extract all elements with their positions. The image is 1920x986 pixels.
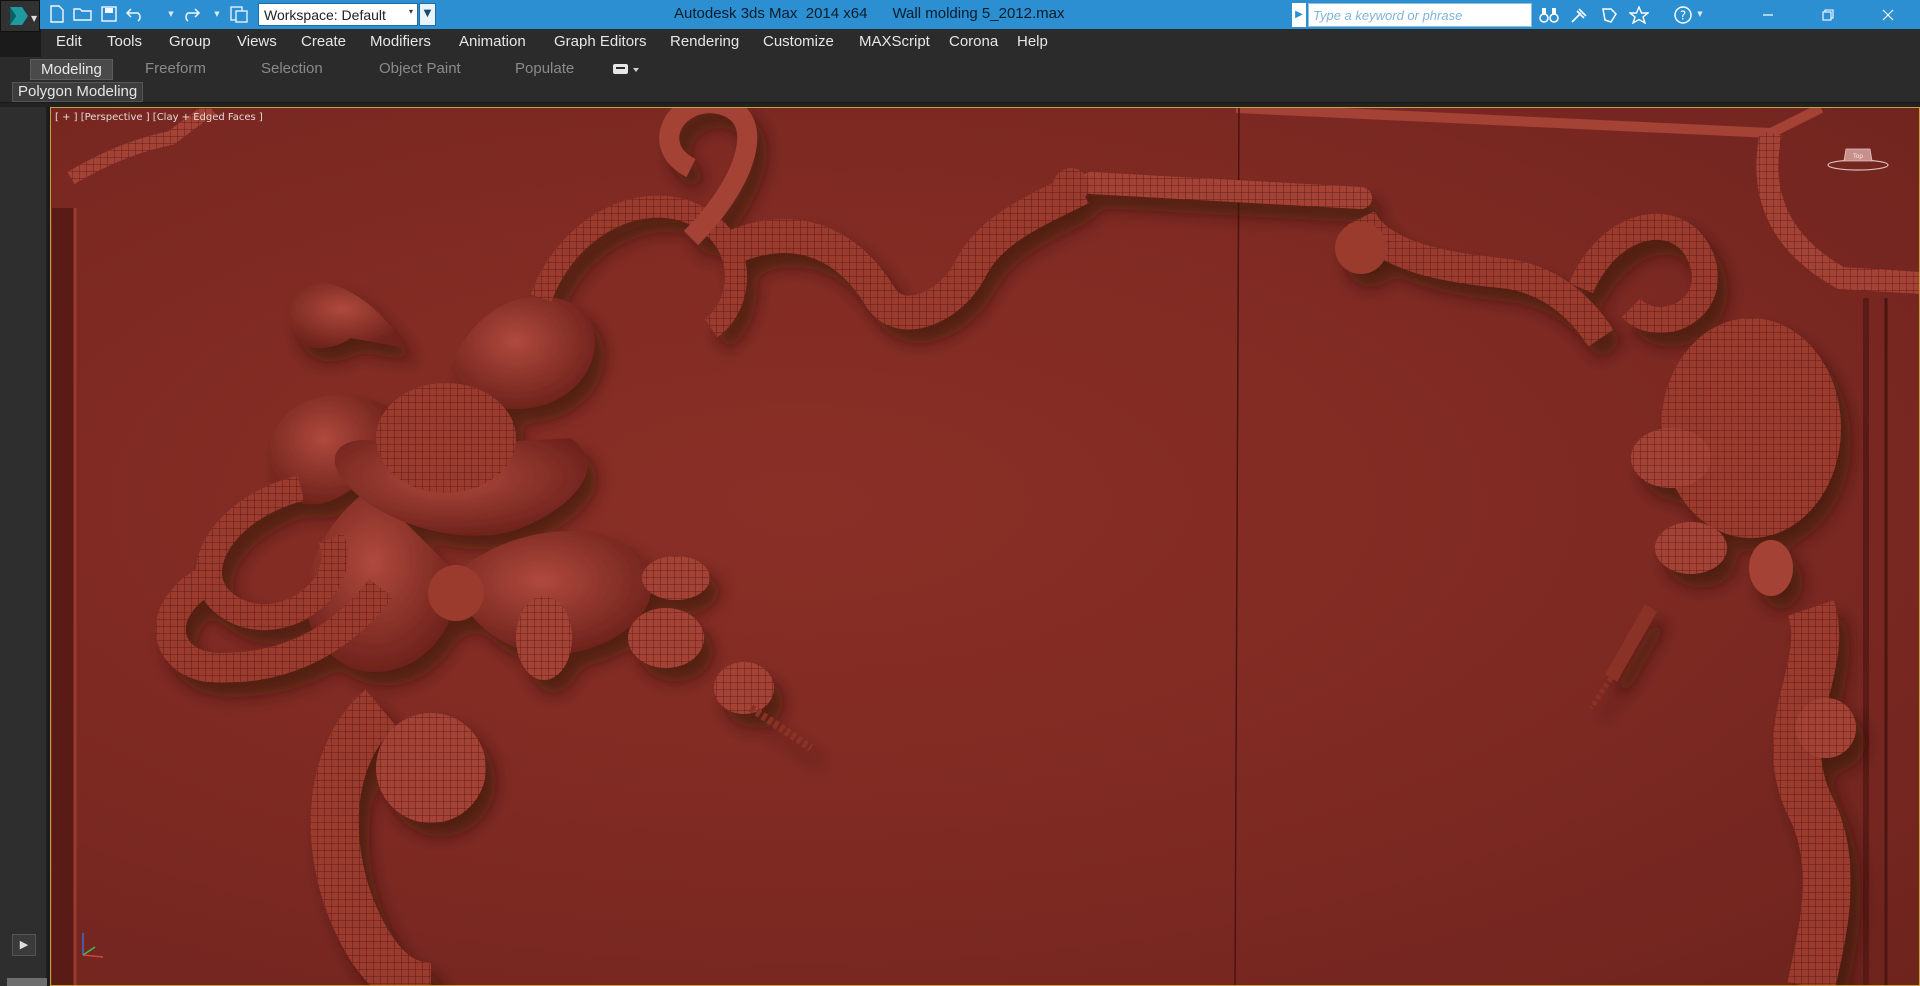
menu-rendering[interactable]: Rendering <box>670 33 739 50</box>
minimize-icon[interactable] <box>1746 0 1790 29</box>
axis-tripod-icon <box>82 933 104 958</box>
help-dropdown-icon[interactable]: ▼ <box>1695 9 1705 19</box>
ribbon-panel: Polygon Modeling <box>0 81 1920 103</box>
viewport-label[interactable]: [ + ] [Perspective ] [Clay + Edged Faces… <box>55 112 263 123</box>
menu-bar: Edit Tools Group Views Create Modifiers … <box>41 29 1920 57</box>
menu-corona[interactable]: Corona <box>949 33 998 50</box>
application-button[interactable]: ▼ <box>0 0 40 32</box>
3dsmax-logo-icon <box>10 7 28 25</box>
right-corner-ornament <box>1335 210 1856 985</box>
viewcube-icon[interactable]: Top <box>1826 143 1890 171</box>
tab-modeling[interactable]: Modeling <box>30 59 113 80</box>
redo-dropdown-icon[interactable]: ▼ <box>212 9 222 19</box>
menu-modifiers[interactable]: Modifiers <box>370 33 431 50</box>
title-bar: ▼ ▼ ▼ Workspace: Default ▾ ▼ Autodesk 3d… <box>0 0 1920 32</box>
menu-maxscript[interactable]: MAXScript <box>859 33 930 50</box>
undo-icon[interactable] <box>124 4 146 24</box>
tab-object-paint[interactable]: Object Paint <box>379 59 461 80</box>
menu-group[interactable]: Group <box>169 33 211 50</box>
search-field[interactable] <box>1308 3 1532 27</box>
restore-icon[interactable] <box>1806 0 1850 29</box>
chevron-down-icon: ▾ <box>408 7 413 16</box>
search-input[interactable] <box>1309 4 1531 26</box>
tab-freeform[interactable]: Freeform <box>145 59 206 80</box>
ribbon-options-button[interactable] <box>612 61 642 77</box>
tab-populate[interactable]: Populate <box>515 59 574 80</box>
menu-help[interactable]: Help <box>1017 33 1048 50</box>
polygon-modeling-panel[interactable]: Polygon Modeling <box>12 82 144 102</box>
favorites-star-icon[interactable] <box>1626 3 1652 27</box>
communication-center-icon[interactable] <box>1596 3 1622 27</box>
window-title: Autodesk 3ds Max 2014 x64 Wall molding 5… <box>674 5 1065 22</box>
save-icon[interactable] <box>98 4 120 24</box>
workspace-menu-button[interactable]: ▼ <box>419 3 436 26</box>
menu-create[interactable]: Create <box>301 33 346 50</box>
ribbon-toggle-icon <box>613 64 639 74</box>
undo-dropdown-icon[interactable]: ▼ <box>166 9 176 19</box>
menu-animation[interactable]: Animation <box>459 33 526 50</box>
binoculars-icon[interactable] <box>1536 3 1562 27</box>
workspace-dropdown[interactable]: Workspace: Default ▾ <box>258 3 418 26</box>
svg-text:?: ? <box>1680 9 1686 23</box>
new-file-icon[interactable] <box>46 4 68 24</box>
ribbon-tab-bar: Modeling Freeform Selection Object Paint… <box>0 57 1920 81</box>
close-icon[interactable] <box>1866 0 1910 29</box>
chevron-down-icon: ▼ <box>31 14 38 23</box>
subscription-center-icon[interactable] <box>1566 3 1592 27</box>
viewcube-label: Top <box>1852 153 1863 160</box>
left-status-strip <box>7 978 47 986</box>
menu-tools[interactable]: Tools <box>107 33 142 50</box>
help-icon[interactable]: ? <box>1670 3 1696 27</box>
menu-views[interactable]: Views <box>237 33 277 50</box>
search-expand-icon[interactable]: ▶ <box>1292 3 1306 27</box>
menu-customize[interactable]: Customize <box>763 33 834 50</box>
workspace-label: Workspace: Default <box>264 6 386 23</box>
left-tool-column <box>0 107 47 986</box>
perspective-viewport[interactable]: [ + ] [Perspective ] [Clay + Edged Faces… <box>50 107 1920 986</box>
left-corner-ornament <box>155 108 1372 985</box>
project-folder-icon[interactable] <box>228 4 250 24</box>
redo-icon[interactable] <box>180 4 202 24</box>
open-folder-icon[interactable] <box>72 4 94 24</box>
tab-selection[interactable]: Selection <box>261 59 323 80</box>
menu-graph-editors[interactable]: Graph Editors <box>554 33 647 50</box>
play-expand-button[interactable]: ▶ <box>12 934 36 956</box>
menu-edit[interactable]: Edit <box>56 33 82 50</box>
viewport-scene <box>52 108 1919 985</box>
